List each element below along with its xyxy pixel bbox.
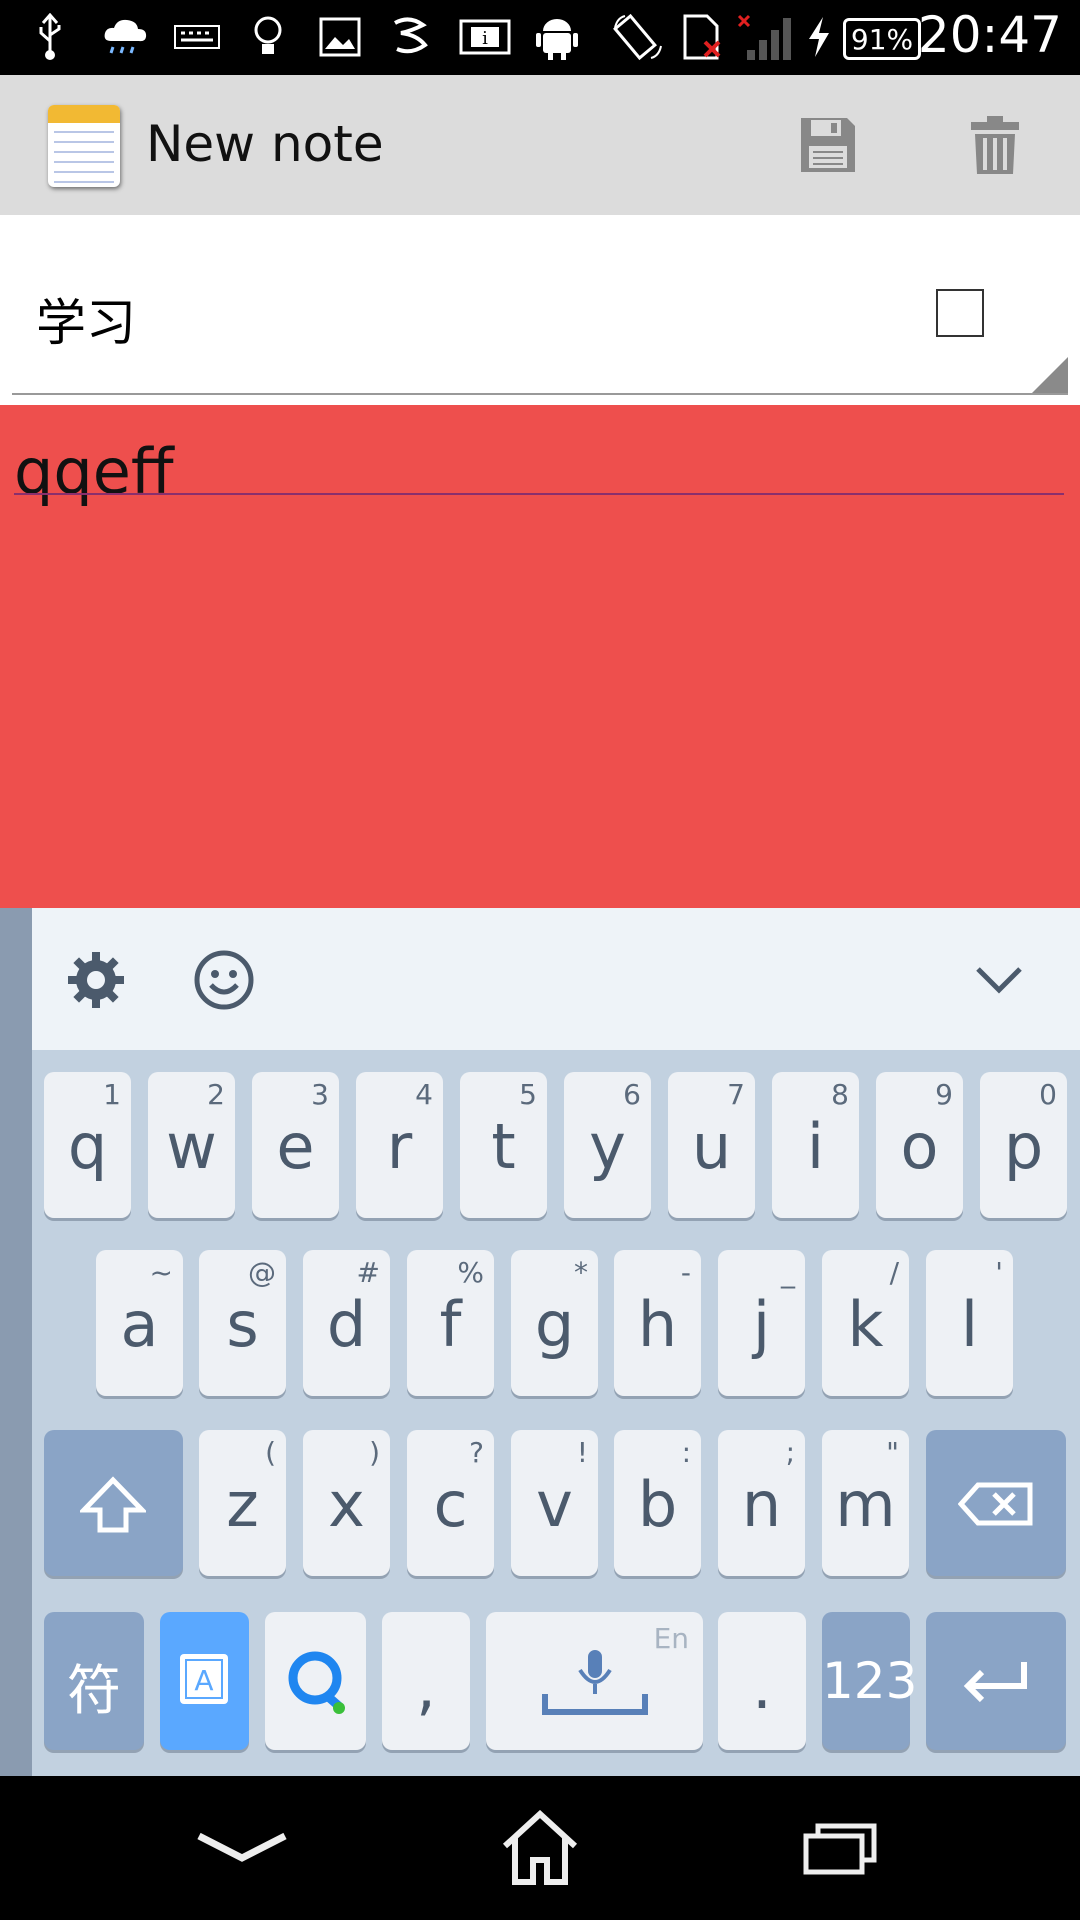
space-key[interactable]: En xyxy=(486,1612,703,1750)
clock: 20:47 xyxy=(917,6,1062,64)
key-x[interactable]: ) x xyxy=(303,1430,390,1576)
note-underline xyxy=(14,493,1064,495)
android-icon xyxy=(534,12,580,62)
key-o[interactable]: 9o xyxy=(876,1072,963,1218)
notepad-app-icon[interactable] xyxy=(48,105,120,187)
period-key[interactable]: . xyxy=(718,1612,806,1750)
key-d[interactable]: # d xyxy=(303,1250,390,1396)
key-j[interactable]: _ j xyxy=(718,1250,805,1396)
note-editor[interactable]: qqeff xyxy=(0,405,1080,908)
keyboard: 1q 2w 3e 4r 5t 6y 7u 8i 9o 0p ~ a @ s # d %… xyxy=(32,1050,1080,1776)
image-icon xyxy=(318,12,362,62)
backspace-icon xyxy=(958,1482,1033,1526)
status-bar: i 91% 20:47 xyxy=(0,0,1080,75)
key-k[interactable]: / k xyxy=(822,1250,909,1396)
note-text[interactable]: qqeff xyxy=(14,435,174,508)
shift-arrow-icon xyxy=(80,1476,146,1533)
category-selector[interactable]: 学习 xyxy=(0,215,1080,405)
svg-text:i: i xyxy=(482,28,488,49)
key-t[interactable]: 5t xyxy=(460,1072,547,1218)
qq-logo-icon xyxy=(288,1651,345,1714)
qq-input-key[interactable] xyxy=(265,1612,366,1750)
chevron-down-icon xyxy=(197,1832,287,1862)
comma-key[interactable]: , xyxy=(382,1612,470,1750)
category-label: 学习 xyxy=(36,294,136,352)
collapse-chevron-icon[interactable] xyxy=(967,948,1031,1012)
key-l[interactable]: ' l xyxy=(926,1250,1013,1396)
key-q[interactable]: 1q xyxy=(44,1072,131,1218)
navigation-bar xyxy=(0,1776,1080,1920)
keyboard-side-strip xyxy=(0,908,32,1776)
no-sim-icon xyxy=(680,12,726,62)
battery-icon: 91% xyxy=(843,18,921,60)
charging-icon xyxy=(804,12,834,62)
key-e[interactable]: 3e xyxy=(252,1072,339,1218)
save-button[interactable] xyxy=(788,105,868,185)
svg-text:A: A xyxy=(194,1664,213,1697)
key-h[interactable]: -h xyxy=(614,1250,701,1396)
backspace-key[interactable] xyxy=(926,1430,1066,1576)
info-card-icon: i xyxy=(458,12,512,62)
enter-key[interactable] xyxy=(926,1612,1066,1750)
symbols-key[interactable]: 符 xyxy=(44,1612,144,1750)
key-i[interactable]: 8i xyxy=(772,1072,859,1218)
space-language-label: En xyxy=(653,1622,689,1655)
shift-key[interactable] xyxy=(44,1430,183,1576)
home-button[interactable] xyxy=(490,1806,590,1890)
enter-icon xyxy=(963,1662,1027,1703)
key-c[interactable]: ? c xyxy=(407,1430,494,1576)
key-r[interactable]: 4r xyxy=(356,1072,443,1218)
key-u[interactable]: 7u xyxy=(668,1072,755,1218)
delete-button[interactable] xyxy=(955,105,1035,185)
trash-icon xyxy=(971,116,1019,174)
back-hide-keyboard-button[interactable] xyxy=(192,1806,292,1890)
recent-apps-button[interactable] xyxy=(790,1806,890,1890)
key-g[interactable]: * g xyxy=(511,1250,598,1396)
input-method-key[interactable]: A xyxy=(160,1612,249,1750)
key-y[interactable]: 6y xyxy=(564,1072,651,1218)
numbers-key[interactable]: 123 xyxy=(822,1612,917,1750)
key-a[interactable]: ~ a xyxy=(96,1250,183,1396)
key-n[interactable]: ; n xyxy=(718,1430,805,1576)
keyboard-icon xyxy=(172,12,222,62)
key-z[interactable]: (z xyxy=(199,1430,286,1576)
dropdown-corner-icon xyxy=(1032,357,1068,393)
cloud-rain-icon xyxy=(100,12,150,62)
recent-apps-icon xyxy=(803,1823,877,1875)
input-method-icon: A xyxy=(180,1654,228,1704)
key-f[interactable]: % f xyxy=(407,1250,494,1396)
divider xyxy=(12,393,1068,395)
app-icon xyxy=(388,12,432,62)
save-icon xyxy=(801,118,855,172)
key-s[interactable]: @ s xyxy=(199,1250,286,1396)
category-checkbox[interactable] xyxy=(936,289,984,337)
emoji-icon[interactable] xyxy=(192,948,256,1012)
key-m[interactable]: " m xyxy=(822,1430,909,1576)
rotate-icon xyxy=(610,12,666,62)
key-p[interactable]: 0p xyxy=(980,1072,1067,1218)
lightbulb-icon xyxy=(248,12,288,62)
key-w[interactable]: 2w xyxy=(148,1072,235,1218)
action-bar: New note xyxy=(0,75,1080,215)
usb-icon xyxy=(30,12,70,62)
keyboard-toolbar xyxy=(32,908,1080,1050)
gear-icon[interactable] xyxy=(64,948,128,1012)
battery-level: 91% xyxy=(850,22,914,56)
home-icon xyxy=(502,1810,578,1885)
page-title: New note xyxy=(146,115,384,173)
no-signal-icon xyxy=(734,12,794,62)
key-b[interactable]: :b xyxy=(614,1430,701,1576)
key-v[interactable]: ! v xyxy=(511,1430,598,1576)
microphone-icon xyxy=(542,1650,648,1715)
